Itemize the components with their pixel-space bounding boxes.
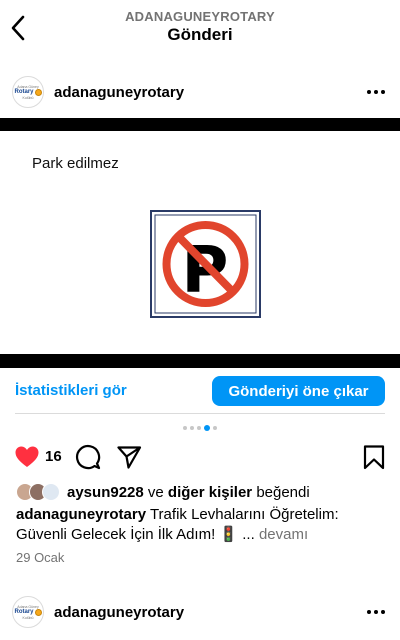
media-letterbox-top bbox=[0, 118, 400, 131]
heart-icon[interactable] bbox=[14, 444, 40, 470]
post-actions: 16 bbox=[0, 440, 400, 472]
rotary-wheel-icon bbox=[34, 88, 42, 96]
post-media[interactable]: Park edilmez P bbox=[0, 118, 400, 368]
post-date: 29 Ocak bbox=[16, 550, 65, 565]
send-icon[interactable] bbox=[116, 444, 142, 470]
account-subtitle: ADANAGUNEYROTARY bbox=[125, 9, 275, 24]
next-post-username[interactable]: adanaguneyrotary bbox=[54, 604, 184, 621]
liker-avatar bbox=[42, 483, 60, 501]
bookmark-icon[interactable] bbox=[361, 444, 387, 470]
more-options-button[interactable] bbox=[364, 80, 388, 104]
comment-icon[interactable] bbox=[75, 444, 101, 470]
more-horizontal-icon bbox=[367, 610, 385, 614]
caption-username[interactable]: adanaguneyrotary bbox=[16, 506, 146, 523]
liked-by-row[interactable]: aysun9228 ve diğer kişiler beğendi bbox=[16, 482, 310, 502]
liked-by-text: aysun9228 ve diğer kişiler beğendi bbox=[67, 484, 310, 501]
view-insights-link[interactable]: İstatistikleri gör bbox=[15, 382, 127, 399]
more-horizontal-icon bbox=[367, 90, 385, 94]
carousel-dot bbox=[183, 426, 187, 430]
liker-username[interactable]: aysun9228 bbox=[67, 484, 144, 501]
boost-post-button[interactable]: Gönderiyi öne çıkar bbox=[212, 376, 385, 406]
avatar-text-rotary: Rotary bbox=[14, 608, 34, 615]
carousel-dot bbox=[197, 426, 201, 430]
avatar-logo: Rotary bbox=[14, 88, 42, 96]
liked-by-connector: ve bbox=[147, 483, 164, 501]
like-count[interactable]: 16 bbox=[45, 448, 62, 465]
next-post-header: Adana Güney Rotary Kulübü adanaguneyrota… bbox=[0, 584, 400, 640]
avatar-text-rotary: Rotary bbox=[14, 88, 34, 95]
avatar-text-bottom: Kulübü bbox=[22, 95, 34, 100]
liked-by-suffix: beğendi bbox=[256, 483, 310, 501]
page-title: Gönderi bbox=[167, 25, 233, 44]
no-parking-sign: P bbox=[150, 210, 261, 318]
post-caption: adanaguneyrotary Trafik Levhalarını Öğre… bbox=[16, 505, 388, 545]
avatar[interactable]: Adana Güney Rotary Kulübü bbox=[12, 76, 44, 108]
avatar-text-bottom: Kulübü bbox=[22, 615, 34, 620]
caption-more-link[interactable]: devamı bbox=[259, 526, 308, 543]
liked-by-others[interactable]: diğer kişiler bbox=[168, 484, 252, 501]
media-letterbox-bottom bbox=[0, 354, 400, 368]
rotary-wheel-icon bbox=[34, 608, 42, 616]
divider bbox=[15, 413, 385, 414]
avatar[interactable]: Adana Güney Rotary Kulübü bbox=[12, 596, 44, 628]
carousel-dot bbox=[213, 426, 217, 430]
top-bar: ADANAGUNEYROTARY Gönderi bbox=[0, 0, 400, 56]
carousel-dot bbox=[190, 426, 194, 430]
more-options-button[interactable] bbox=[364, 600, 388, 624]
post-username[interactable]: adanaguneyrotary bbox=[54, 84, 184, 101]
carousel-dot-active bbox=[204, 425, 210, 431]
avatar-logo: Rotary bbox=[14, 608, 42, 616]
post-header: Adana Güney Rotary Kulübü adanaguneyrota… bbox=[0, 64, 400, 120]
media-caption: Park edilmez bbox=[32, 155, 119, 172]
carousel-indicator bbox=[0, 425, 400, 431]
